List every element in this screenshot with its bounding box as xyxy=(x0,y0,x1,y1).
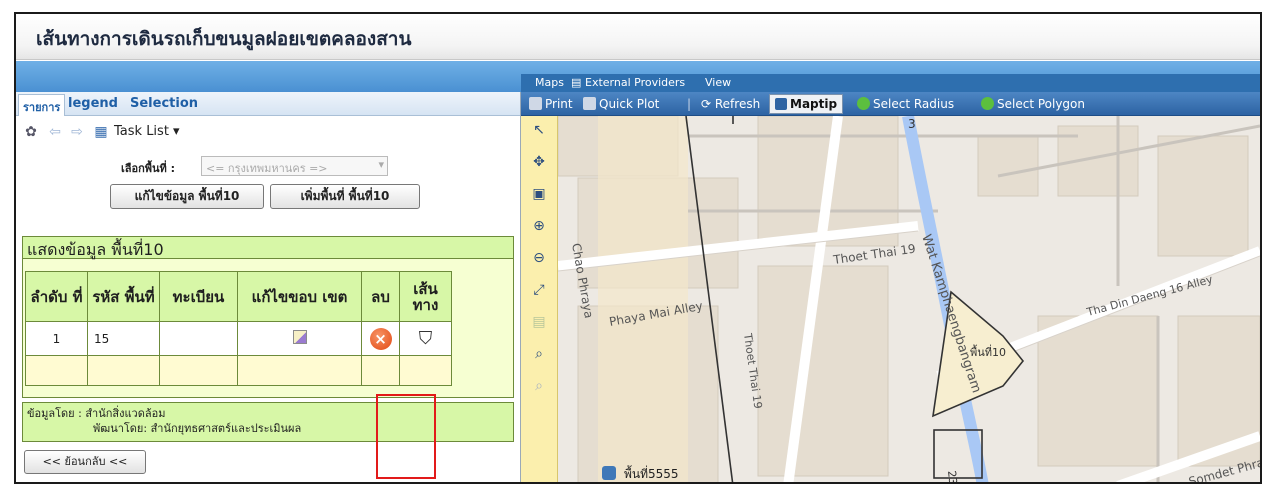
quick-plot-icon xyxy=(583,97,596,110)
empty-cell xyxy=(361,355,400,386)
cell-edit xyxy=(237,321,362,356)
map-canvas[interactable]: Thoet Thai 19 Wat Kamphaengbangram Phaya… xyxy=(558,116,1260,484)
select-polygon-button[interactable]: Select Polygon xyxy=(981,97,1085,111)
pan-icon[interactable]: ✥ xyxy=(529,154,549,174)
app-title: เส้นทางการเดินรถเก็บขนมูลฝอยเขตคลองสาน xyxy=(36,28,412,50)
empty-cell xyxy=(237,355,362,386)
empty-cell xyxy=(159,355,238,386)
toolbar-separator: | xyxy=(687,97,692,111)
select-radius-button[interactable]: Select Radius xyxy=(857,97,954,111)
tab-selection[interactable]: Selection xyxy=(130,96,198,111)
maptip-icon xyxy=(775,98,787,110)
select-radius-icon xyxy=(857,97,870,110)
zoom-next-icon[interactable]: ⌕ xyxy=(529,378,549,398)
cell-route: ⛉ xyxy=(399,321,452,356)
table-empty-row xyxy=(25,355,452,386)
quick-plot-label: Quick Plot xyxy=(599,97,660,111)
delete-icon[interactable]: × xyxy=(369,327,392,350)
cell-code: 15 xyxy=(87,321,160,356)
credits-footer: ข้อมูลโดย : สำนักสิ่งแวดล้อม พัฒนาโดย: ส… xyxy=(22,402,514,442)
cell-delete: × xyxy=(361,321,400,356)
edit-area-button[interactable]: แก้ไขข้อมูล พื้นที่10 xyxy=(110,184,264,209)
zoom-previous-icon[interactable]: ⌕ xyxy=(529,346,549,366)
area-select-value: <= กรุงเทพมหานคร => xyxy=(206,162,328,175)
panel-tabs: รายการ legend Selection xyxy=(16,92,520,116)
refresh-label: Refresh xyxy=(714,97,761,111)
area-select-label: เลือกพื้นที่ : xyxy=(121,162,176,175)
menu-external-providers[interactable]: External Providers xyxy=(585,76,685,89)
label-area10: พื้นที่10 xyxy=(970,344,1006,359)
col-delete: ลบ xyxy=(361,271,400,322)
maptip-button[interactable]: Maptip xyxy=(769,94,844,114)
beige-zone xyxy=(598,116,688,482)
select-polygon-label: Select Polygon xyxy=(997,97,1085,111)
select-radius-label: Select Radius xyxy=(873,97,955,111)
task-list-label[interactable]: Task List ▾ xyxy=(114,124,180,139)
select-polygon-icon xyxy=(981,97,994,110)
label-area5555: พื้นที่5555 xyxy=(624,465,679,481)
credits-line-1: ข้อมูลโดย : สำนักสิ่งแวดล้อม xyxy=(27,407,166,420)
area-select[interactable]: <= กรุงเทพมหานคร => ▾ xyxy=(201,156,388,176)
col-no: ลำดับ ที่ xyxy=(25,271,88,322)
print-label: Print xyxy=(545,97,573,111)
tab-list[interactable]: รายการ xyxy=(18,94,66,116)
title-bar: เส้นทางการเดินรถเก็บขนมูลฝอยเขตคลองสาน xyxy=(16,14,1260,60)
left-panel: รายการ legend Selection ✿ ⇦ ⇨ ▦ Task Lis… xyxy=(16,92,521,482)
refresh-icon: ⟳ xyxy=(701,97,715,111)
tab-legend[interactable]: legend xyxy=(68,96,118,111)
gear-icon[interactable]: ✿ xyxy=(22,124,40,142)
table-row: 1 15 × ⛉ xyxy=(25,321,452,356)
map-menu-bar: Maps ▤ External Providers View xyxy=(521,74,1260,92)
back-arrow-icon[interactable]: ⇦ xyxy=(46,124,64,142)
map-toolbar: Print Quick Plot | ⟳ Refresh Maptip Sele… xyxy=(521,92,1260,116)
credits-line-2: พัฒนาโดย: สำนักยุทธศาสตร์และประเมินผล xyxy=(93,422,302,435)
col-code: รหัส พื้นที่ xyxy=(87,271,160,322)
label-num23: 23 xyxy=(945,470,959,484)
quick-plot-button[interactable]: Quick Plot xyxy=(583,97,659,111)
map-view[interactable]: Thoet Thai 19 Wat Kamphaengbangram Phaya… xyxy=(558,116,1260,484)
external-providers-icon: ▤ xyxy=(571,76,582,89)
print-icon xyxy=(529,97,542,110)
refresh-button[interactable]: ⟳ Refresh xyxy=(701,97,760,111)
zoom-box-icon[interactable]: ▣ xyxy=(529,186,549,206)
menu-maps[interactable]: Maps xyxy=(535,76,564,89)
full-extent-icon[interactable]: ⤢ xyxy=(529,282,549,302)
empty-cell xyxy=(399,355,452,386)
empty-cell xyxy=(87,355,160,386)
app-window: เส้นทางการเดินรถเก็บขนมูลฝอยเขตคลองสาน M… xyxy=(14,12,1262,484)
layer-icon[interactable]: ▤ xyxy=(529,314,549,334)
task-list-icon: ▦ xyxy=(94,124,108,140)
edit-icon[interactable] xyxy=(292,330,307,344)
empty-cell xyxy=(25,355,88,386)
col-route: เส้น ทาง xyxy=(399,271,452,322)
area-info-panel: แสดงข้อมูล พื้นที่10 ลำดับ ที่ รหัส พื้น… xyxy=(22,236,514,398)
add-area-button[interactable]: เพิ่มพื้นที่ พื้นที่10 xyxy=(270,184,420,209)
area5555-marker-icon[interactable] xyxy=(602,466,616,480)
col-edit-boundary: แก้ไขขอบ เขต xyxy=(237,271,362,322)
zoom-in-icon[interactable]: ⊕ xyxy=(529,218,549,238)
route-icon[interactable]: ⛉ xyxy=(419,328,433,349)
area-info-title: แสดงข้อมูล พื้นที่10 xyxy=(23,237,513,259)
maptip-label: Maptip xyxy=(790,97,838,111)
forward-arrow-icon[interactable]: ⇨ xyxy=(68,124,86,142)
cell-plate xyxy=(159,321,238,356)
pointer-icon[interactable]: ↖ xyxy=(529,122,549,142)
zoom-out-icon[interactable]: ⊖ xyxy=(529,250,549,270)
col-plate: ทะเบียน xyxy=(159,271,238,322)
delete-highlight xyxy=(376,394,436,479)
label-num3: 3 xyxy=(908,117,916,131)
menu-view[interactable]: View xyxy=(705,76,731,89)
table-header-row: ลำดับ ที่ รหัส พื้นที่ ทะเบียน แก้ไขขอบ … xyxy=(25,271,452,322)
map-vertical-toolbar: ↖ ✥ ▣ ⊕ ⊖ ⤢ ▤ ⌕ ⌕ xyxy=(521,116,558,482)
area-table: ลำดับ ที่ รหัส พื้นที่ ทะเบียน แก้ไขขอบ … xyxy=(25,271,452,386)
back-button[interactable]: << ย้อนกลับ << xyxy=(24,450,146,474)
cell-no: 1 xyxy=(25,321,88,356)
print-button[interactable]: Print xyxy=(529,97,573,111)
chevron-down-icon: ▾ xyxy=(378,158,384,171)
